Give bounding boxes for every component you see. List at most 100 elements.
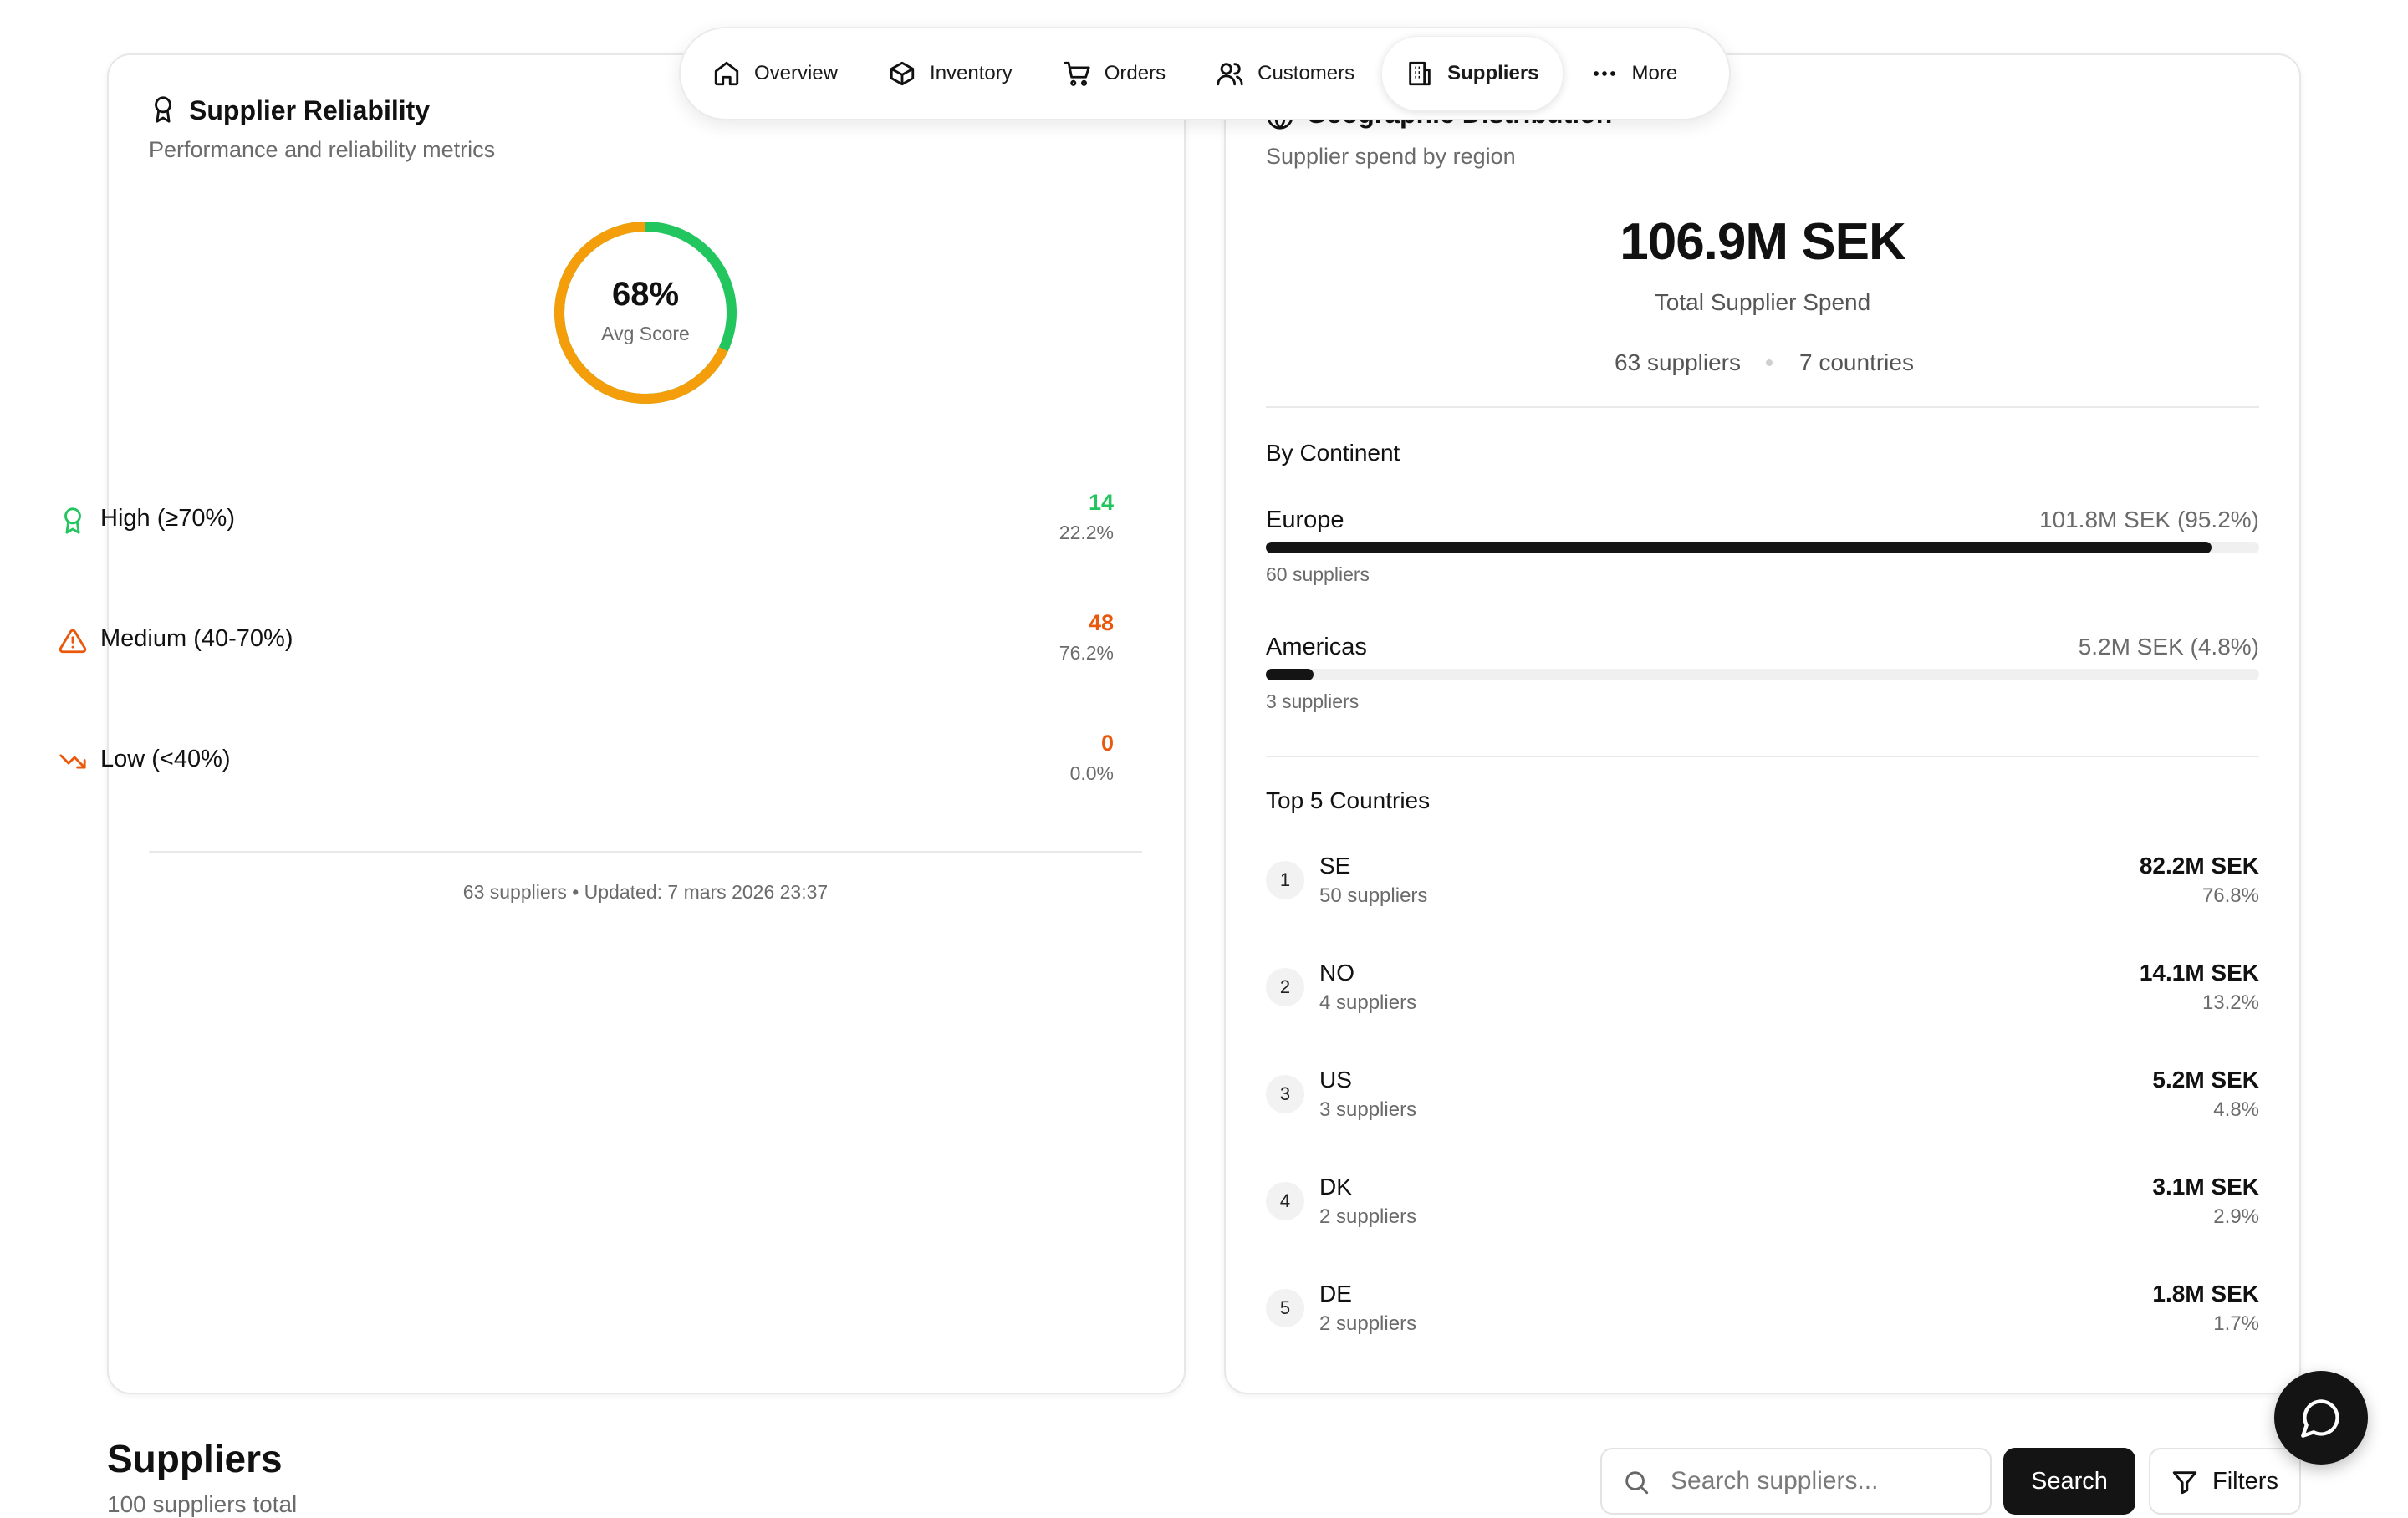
by-continent-title: By Continent xyxy=(1266,440,1400,466)
rank-badge: 3 xyxy=(1266,1075,1304,1113)
reliability-subtitle: Performance and reliability metrics xyxy=(149,137,496,162)
country-code: DE xyxy=(1319,1281,1352,1307)
supplier-count: 63 suppliers xyxy=(1615,349,1741,375)
country-suppliers: 4 suppliers xyxy=(1319,991,1417,1014)
search-box xyxy=(1600,1448,1992,1515)
building-icon xyxy=(1409,61,1431,86)
nav-item-customers[interactable]: Customers xyxy=(1192,37,1378,110)
search-input[interactable] xyxy=(1671,1449,1972,1513)
top-countries-title: Top 5 Countries xyxy=(1266,787,1431,813)
country-code: SE xyxy=(1319,853,1351,879)
nav-label: Orders xyxy=(1104,62,1166,84)
tier-label: Medium (40-70%) xyxy=(100,625,293,652)
nav-item-more[interactable]: More xyxy=(1567,37,1701,110)
award-icon xyxy=(149,95,177,124)
rank-badge: 5 xyxy=(1266,1289,1304,1327)
continent-value: 101.8M SEK (95.2%) xyxy=(2038,507,2259,532)
country-row: 3 US 3 suppliers 5.2M SEK 4.8% xyxy=(1266,1067,2259,1133)
warning-icon xyxy=(59,629,87,654)
rank-badge: 2 xyxy=(1266,968,1304,1006)
geo-subtitle: Supplier spend by region xyxy=(1266,144,1516,169)
chat-bubble-icon xyxy=(2301,1399,2339,1438)
country-suppliers: 2 suppliers xyxy=(1319,1205,1417,1228)
award-icon xyxy=(64,507,81,534)
total-spend-label: Total Supplier Spend xyxy=(1654,289,1871,315)
country-row: 5 DE 2 suppliers 1.8M SEK 1.7% xyxy=(1266,1281,2259,1347)
continent-value: 5.2M SEK (4.8%) xyxy=(2078,634,2259,660)
nav-label: Overview xyxy=(754,62,839,84)
country-percent: 76.8% xyxy=(2201,884,2259,907)
country-amount: 5.2M SEK xyxy=(2152,1067,2259,1093)
divider xyxy=(149,851,1142,853)
divider xyxy=(1266,756,2259,757)
rank-badge: 1 xyxy=(1266,861,1304,899)
continent-suppliers: 3 suppliers xyxy=(1266,690,1360,712)
avg-score-label: Avg Score xyxy=(601,323,690,344)
country-row: 4 DK 2 suppliers 3.1M SEK 2.9% xyxy=(1266,1174,2259,1240)
nav-item-inventory[interactable]: Inventory xyxy=(865,37,1036,110)
continent-bar-fill xyxy=(1266,542,2212,553)
search-icon xyxy=(1625,1471,1649,1495)
filters-button[interactable]: Filters xyxy=(2149,1448,2301,1515)
nav-item-suppliers[interactable]: Suppliers xyxy=(1381,36,1564,111)
country-percent: 2.9% xyxy=(2213,1205,2259,1228)
separator-dot xyxy=(1766,359,1773,366)
country-percent: 4.8% xyxy=(2213,1098,2259,1121)
country-amount: 82.2M SEK xyxy=(2139,853,2259,879)
users-icon xyxy=(1217,63,1243,86)
rank-badge: 4 xyxy=(1266,1182,1304,1220)
reliability-title: Supplier Reliability xyxy=(189,95,431,125)
country-suppliers: 3 suppliers xyxy=(1319,1098,1417,1121)
divider xyxy=(1266,406,2259,408)
filter-icon xyxy=(2172,1471,2197,1495)
tier-label: High (≥70%) xyxy=(100,505,235,532)
total-spend-value: 106.9M SEK xyxy=(1620,213,1906,271)
country-percent: 13.2% xyxy=(2201,991,2259,1014)
country-suppliers: 2 suppliers xyxy=(1319,1312,1417,1335)
country-suppliers: 50 suppliers xyxy=(1319,884,1428,907)
country-amount: 14.1M SEK xyxy=(2139,960,2259,986)
tier-percent: 22.2% xyxy=(1059,522,1114,543)
more-dots-icon xyxy=(1593,71,1615,76)
nav-label: Inventory xyxy=(930,62,1013,84)
suppliers-total-count: 100 suppliers total xyxy=(107,1491,298,1517)
tier-count: 0 xyxy=(1100,731,1114,756)
country-code: NO xyxy=(1319,960,1354,986)
tier-row-medium: Medium (40-70%) 48 76.2% xyxy=(59,610,1122,677)
home-icon xyxy=(714,61,739,86)
nav-item-orders[interactable]: Orders xyxy=(1039,37,1189,110)
tier-row-high: High (≥70%) 14 22.2% xyxy=(59,490,1122,557)
country-row: 1 SE 50 suppliers 82.2M SEK 76.8% xyxy=(1266,853,2259,919)
tier-percent: 0.0% xyxy=(1069,762,1114,784)
search-button[interactable]: Search xyxy=(2003,1448,2135,1515)
tier-label: Low (<40%) xyxy=(100,746,231,772)
continent-bar-fill xyxy=(1266,669,1314,680)
nav-label: Customers xyxy=(1258,62,1355,84)
cart-icon xyxy=(1064,61,1090,86)
nav-item-overview[interactable]: Overview xyxy=(689,37,861,110)
trending-down-icon xyxy=(59,754,86,769)
continent-suppliers: 60 suppliers xyxy=(1266,563,1370,585)
suppliers-heading: Suppliers xyxy=(107,1437,283,1480)
continent-bar-americas xyxy=(1266,669,2259,680)
tier-row-low: Low (<40%) 0 0.0% xyxy=(59,731,1122,797)
avg-score-value: 68% xyxy=(611,276,680,313)
country-percent: 1.7% xyxy=(2213,1312,2259,1335)
chat-button[interactable] xyxy=(2274,1371,2368,1465)
tier-percent: 76.2% xyxy=(1059,642,1114,664)
country-code: US xyxy=(1319,1067,1352,1093)
tier-count: 48 xyxy=(1088,610,1114,635)
reliability-footer: 63 suppliers • Updated: 7 mars 2026 23:3… xyxy=(462,881,829,903)
package-icon xyxy=(890,61,915,86)
tier-count: 14 xyxy=(1088,490,1114,515)
top-nav: Overview Inventory Orders Customers Supp… xyxy=(679,27,1731,120)
nav-label: More xyxy=(1631,62,1678,84)
country-code: DK xyxy=(1319,1174,1352,1200)
country-count: 7 countries xyxy=(1799,349,1914,375)
nav-label: Suppliers xyxy=(1447,62,1539,84)
country-amount: 3.1M SEK xyxy=(2152,1174,2259,1200)
country-row: 2 NO 4 suppliers 14.1M SEK 13.2% xyxy=(1266,960,2259,1026)
country-amount: 1.8M SEK xyxy=(2152,1281,2259,1307)
continent-name: Americas xyxy=(1266,634,1367,660)
filters-label: Filters xyxy=(2212,1468,2278,1495)
